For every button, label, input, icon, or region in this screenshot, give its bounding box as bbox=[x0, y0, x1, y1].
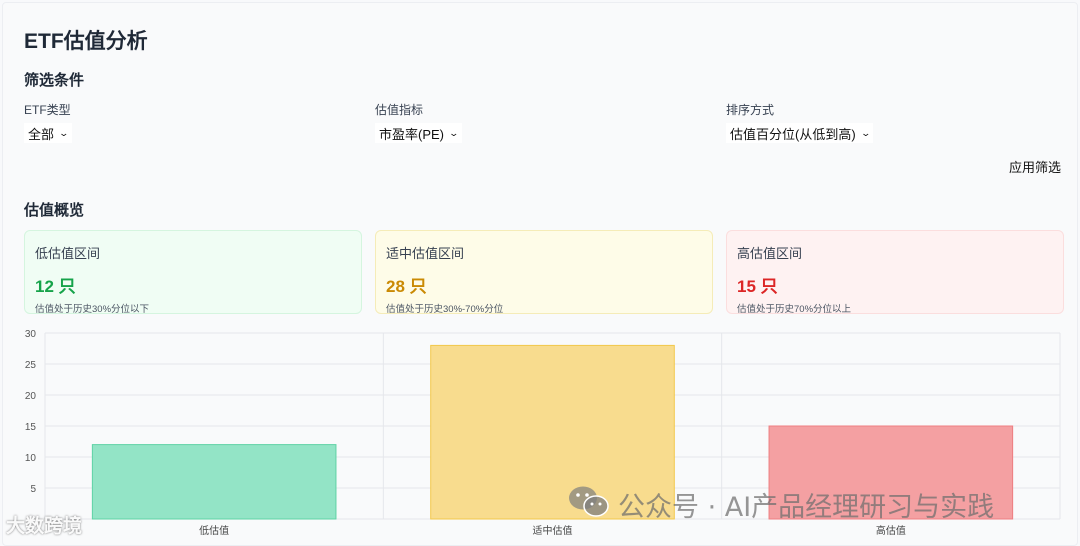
sort-select[interactable]: 估值百分位(从低到高) ⌄ bbox=[726, 123, 874, 143]
card-count: 28 只 bbox=[386, 277, 427, 296]
bar-0 bbox=[91, 444, 337, 520]
card-description: 估值处于历史30%-70%分位 bbox=[386, 304, 504, 315]
chevron-down-icon: ⌄ bbox=[58, 127, 70, 138]
page-title: ETF估值分析 bbox=[24, 30, 148, 53]
y-tick-label: 15 bbox=[25, 422, 37, 433]
card-name: 低估值区间 bbox=[35, 246, 101, 261]
y-tick-label: 5 bbox=[30, 484, 36, 495]
apply-filter-button[interactable]: 应用筛选 bbox=[1009, 157, 1061, 176]
card-description: 估值处于历史30%分位以下 bbox=[35, 304, 150, 315]
x-tick-label: 高估值 bbox=[876, 524, 906, 537]
sort-filter: 排序方式 估值百分位(从低到高) ⌄ bbox=[726, 101, 874, 144]
card-name: 高估值区间 bbox=[737, 246, 803, 261]
low-valuation-card: 低估值区间 12 只 估值处于历史30%分位以下 bbox=[24, 230, 362, 315]
chevron-down-icon: ⌄ bbox=[448, 127, 460, 138]
high-valuation-card: 高估值区间 15 只 估值处于历史70%分位以上 bbox=[726, 230, 1064, 315]
filter-section-title: 筛选条件 bbox=[24, 72, 85, 89]
metric-value: 市盈率(PE) bbox=[379, 126, 445, 142]
metric-label: 估值指标 bbox=[375, 103, 424, 117]
card-name: 适中估值区间 bbox=[386, 246, 465, 261]
mid-valuation-card: 适中估值区间 28 只 估值处于历史30%-70%分位 bbox=[375, 230, 713, 315]
metric-select[interactable]: 市盈率(PE) ⌄ bbox=[375, 123, 462, 143]
y-tick-label: 10 bbox=[25, 453, 37, 464]
etf-type-value: 全部 bbox=[28, 126, 55, 142]
sort-value: 估值百分位(从低到高) bbox=[730, 126, 856, 142]
etf-type-label: ETF类型 bbox=[24, 103, 71, 117]
watermark-text: 公众号 · AI产品经理研习与实践 bbox=[618, 492, 995, 523]
y-tick-label: 25 bbox=[25, 360, 37, 371]
watermark-left-text: 大数跨境 bbox=[6, 515, 83, 537]
x-tick-label: 低估值 bbox=[199, 524, 229, 537]
wechat-icon bbox=[569, 486, 609, 517]
card-count: 15 只 bbox=[737, 277, 778, 296]
metric-filter: 估值指标 市盈率(PE) ⌄ bbox=[375, 101, 462, 144]
chevron-down-icon: ⌄ bbox=[860, 127, 871, 138]
overview-section-title: 估值概览 bbox=[24, 202, 85, 219]
card-description: 估值处于历史70%分位以上 bbox=[737, 304, 852, 315]
y-tick-label: 30 bbox=[25, 329, 37, 340]
etf-type-select[interactable]: 全部 ⌄ bbox=[24, 123, 72, 143]
sort-label: 排序方式 bbox=[726, 103, 775, 117]
x-tick-label: 适中估值 bbox=[533, 524, 573, 537]
etf-type-filter: ETF类型 全部 ⌄ bbox=[24, 101, 72, 144]
y-tick-label: 20 bbox=[25, 391, 37, 402]
card-count: 12 只 bbox=[35, 277, 76, 296]
